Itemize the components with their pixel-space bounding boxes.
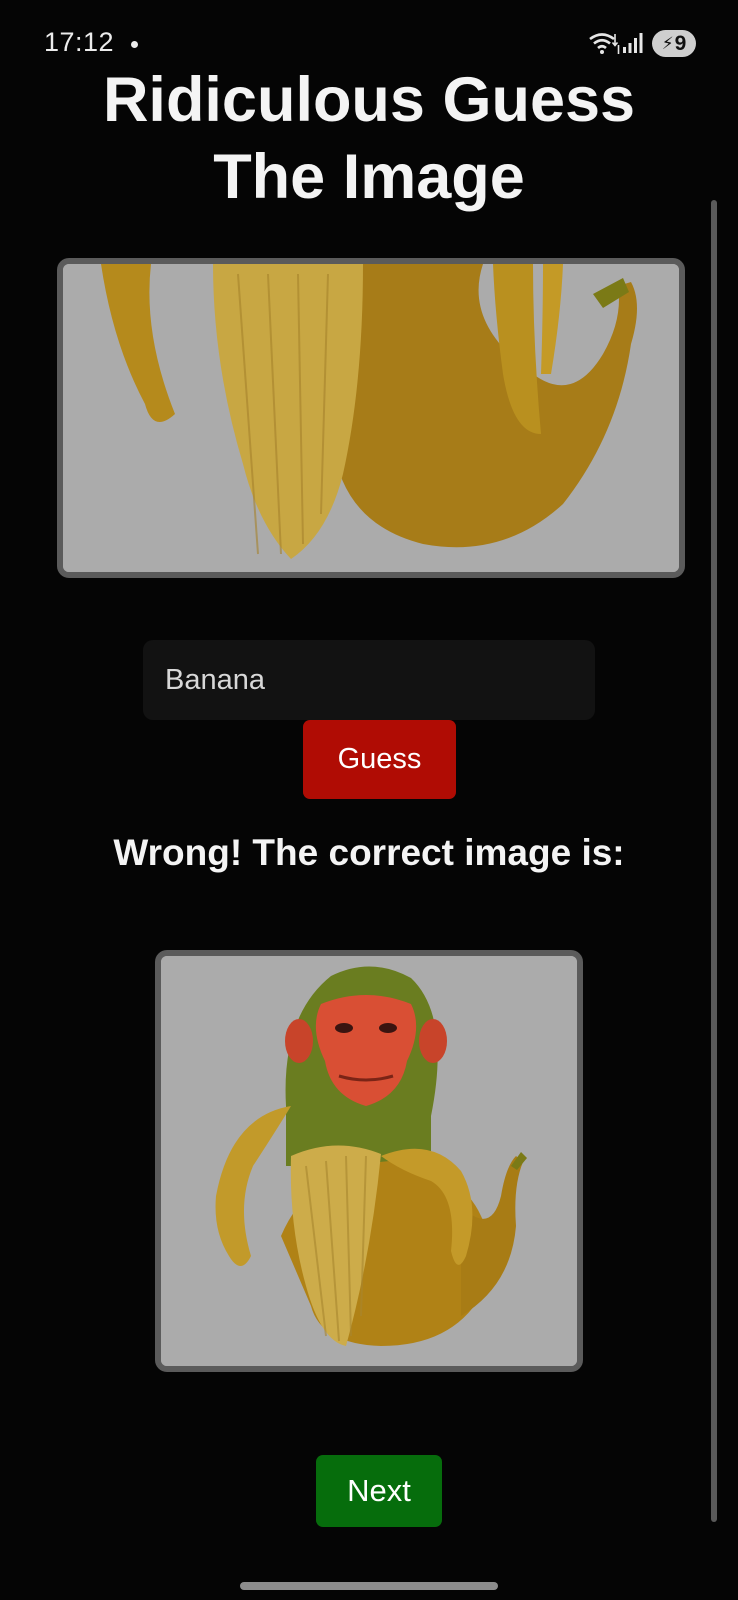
wifi-icon [589, 33, 620, 54]
battery-charging-icon: ⚡ 9 [652, 30, 696, 57]
next-button[interactable]: Next [316, 1455, 442, 1527]
page-title-line-2: The Image [213, 142, 525, 212]
answer-image [155, 950, 583, 1372]
guess-input[interactable] [143, 640, 595, 720]
app-screen: 17:12 ⚡ 9 Ridiculous Guess The Image Ban… [0, 0, 738, 1600]
status-time: 17:12 [44, 27, 115, 57]
signal-icon [623, 33, 643, 53]
puzzle-image [57, 258, 685, 578]
page-title: Ridiculous Guess The Image [0, 62, 738, 216]
banana-closeup-image [63, 264, 679, 572]
charging-bolt-icon: ⚡ [661, 33, 674, 53]
page-title-line-1: Ridiculous Guess [102, 65, 636, 135]
battery-level: 9 [674, 31, 687, 55]
home-indicator[interactable] [240, 1582, 498, 1590]
notification-dot-icon [131, 41, 138, 48]
result-message: Wrong! The correct image is: [113, 832, 625, 873]
guess-button[interactable]: Guess [303, 720, 456, 799]
monkey-banana-image [161, 956, 577, 1366]
status-bar: 17:12 ⚡ 9 [0, 0, 738, 60]
